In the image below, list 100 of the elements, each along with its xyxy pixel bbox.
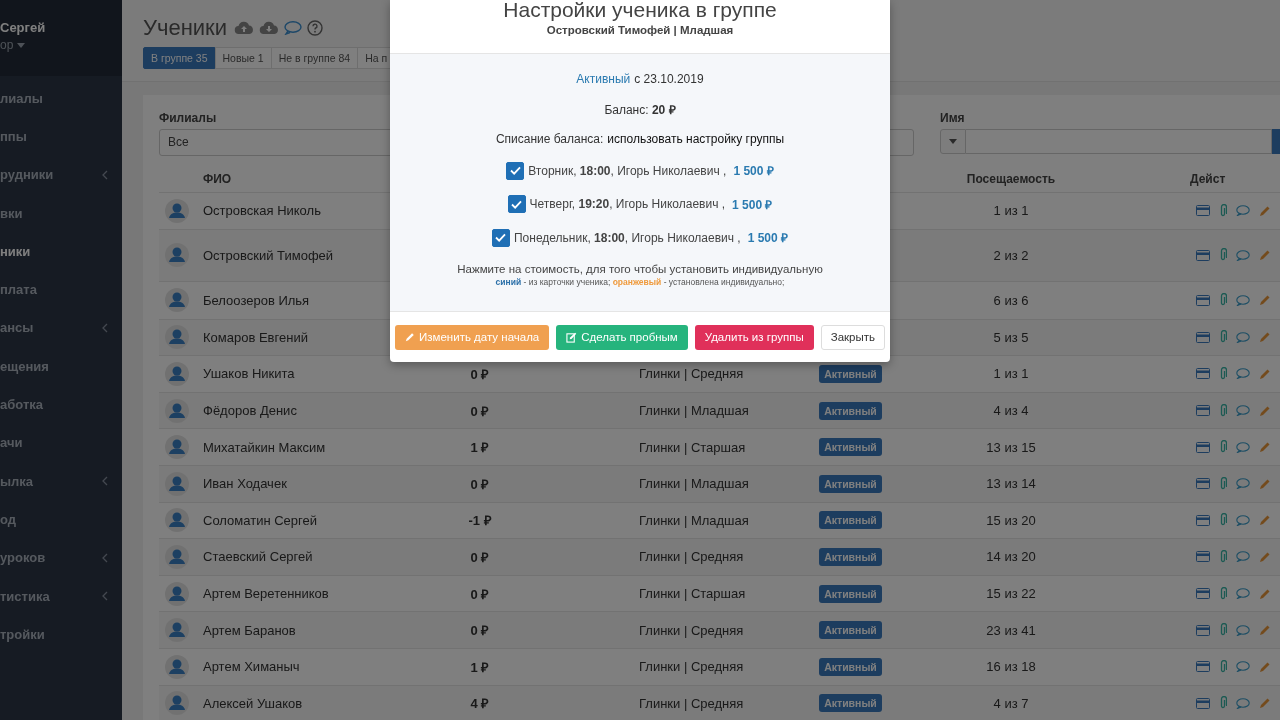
- sidebar-item[interactable]: лиалы: [0, 79, 122, 118]
- card-icon[interactable]: [1196, 441, 1210, 453]
- user-role[interactable]: ор: [0, 38, 26, 52]
- pencil-icon[interactable]: [1259, 294, 1271, 307]
- paperclip-icon[interactable]: [1219, 403, 1227, 418]
- status-link[interactable]: Активный: [576, 72, 631, 86]
- name-field[interactable]: [966, 129, 1272, 154]
- sidebar-item[interactable]: аботка: [0, 385, 122, 424]
- student-name[interactable]: Соломатин Сергей: [195, 512, 430, 528]
- make-trial-button[interactable]: Сделать пробным: [556, 324, 688, 350]
- paperclip-icon[interactable]: [1219, 440, 1227, 455]
- pencil-icon[interactable]: [1259, 660, 1271, 673]
- pencil-icon[interactable]: [1259, 368, 1271, 380]
- tab[interactable]: Новые 1: [214, 47, 272, 69]
- sidebar-item[interactable]: ылка: [0, 461, 122, 501]
- student-name[interactable]: Артем Баранов: [195, 622, 430, 638]
- chat-icon[interactable]: [1236, 294, 1250, 306]
- attendance-cell: 14 из 20: [986, 549, 1036, 565]
- student-name[interactable]: Фёдоров Денис: [195, 403, 430, 419]
- tab[interactable]: Не в группе 84: [270, 47, 359, 69]
- close-button[interactable]: Закрыть: [820, 324, 885, 350]
- card-icon[interactable]: [1196, 697, 1210, 709]
- price-link[interactable]: 1 500 ₽: [732, 195, 773, 213]
- pencil-icon[interactable]: [1259, 697, 1271, 710]
- dropdown-button[interactable]: [940, 129, 966, 154]
- card-icon[interactable]: [1196, 249, 1210, 261]
- sidebar-item[interactable]: уроков: [0, 538, 122, 577]
- pencil-icon[interactable]: [1259, 404, 1271, 417]
- chat-icon[interactable]: [1236, 551, 1250, 563]
- pencil-icon[interactable]: [1259, 441, 1271, 454]
- sidebar-item[interactable]: тройки: [0, 615, 122, 654]
- sidebar-item[interactable]: тистика: [0, 576, 122, 616]
- paperclip-icon[interactable]: [1219, 586, 1227, 601]
- card-icon[interactable]: [1196, 368, 1210, 380]
- paperclip-icon[interactable]: [1219, 248, 1227, 263]
- checkbox[interactable]: [507, 195, 526, 214]
- remove-button[interactable]: Удалить из группы: [694, 324, 814, 350]
- card-icon[interactable]: [1196, 551, 1210, 563]
- paperclip-icon[interactable]: [1219, 696, 1227, 711]
- sidebar-item[interactable]: ники: [0, 232, 122, 271]
- student-name[interactable]: Стаевский Сергей: [195, 549, 430, 565]
- checkbox[interactable]: [506, 161, 525, 180]
- paperclip-icon[interactable]: [1219, 549, 1227, 564]
- sidebar-item[interactable]: плата: [0, 270, 122, 309]
- paperclip-icon[interactable]: [1219, 203, 1227, 218]
- card-icon[interactable]: [1196, 205, 1210, 217]
- card-icon[interactable]: [1196, 624, 1210, 636]
- writeoff-value[interactable]: использовать настройку группы: [607, 132, 785, 146]
- sidebar-item[interactable]: ачи: [0, 423, 122, 462]
- chat-icon[interactable]: [1236, 249, 1250, 261]
- chat-icon[interactable]: [1236, 478, 1250, 490]
- student-name[interactable]: Алексей Ушаков: [195, 695, 430, 711]
- student-name[interactable]: Ушаков Никита: [195, 366, 430, 382]
- paperclip-icon[interactable]: [1219, 330, 1227, 345]
- sidebar-item[interactable]: ансы: [0, 308, 122, 348]
- chat-icon[interactable]: [1236, 205, 1250, 217]
- student-name[interactable]: Иван Ходачек: [195, 476, 430, 492]
- pencil-icon[interactable]: [1259, 331, 1271, 344]
- card-icon[interactable]: [1196, 294, 1210, 306]
- card-icon[interactable]: [1196, 514, 1210, 526]
- chat-icon[interactable]: [1236, 331, 1250, 343]
- chat-icon[interactable]: [1236, 514, 1250, 526]
- pencil-icon[interactable]: [1259, 624, 1271, 637]
- sidebar-item[interactable]: ещения: [0, 347, 122, 386]
- pencil-icon[interactable]: [1259, 477, 1271, 490]
- card-icon[interactable]: [1196, 661, 1210, 673]
- card-icon[interactable]: [1196, 405, 1210, 417]
- sidebar-item[interactable]: рудники: [0, 155, 122, 194]
- price-link[interactable]: 1 500 ₽: [747, 229, 789, 247]
- card-icon[interactable]: [1196, 331, 1210, 343]
- paperclip-icon[interactable]: [1219, 476, 1227, 491]
- paperclip-icon[interactable]: [1219, 513, 1227, 528]
- pencil-icon[interactable]: [1259, 204, 1271, 217]
- chat-icon[interactable]: [1236, 697, 1250, 709]
- checkbox[interactable]: [491, 228, 510, 247]
- card-icon[interactable]: [1196, 588, 1210, 600]
- paperclip-icon[interactable]: [1219, 659, 1227, 674]
- chat-icon[interactable]: [1236, 624, 1250, 636]
- sidebar-item[interactable]: од: [0, 500, 122, 539]
- sidebar-item[interactable]: ппы: [0, 117, 122, 156]
- chat-icon[interactable]: [1236, 661, 1250, 673]
- pencil-icon[interactable]: [1259, 249, 1271, 262]
- pencil-icon[interactable]: [1259, 587, 1271, 600]
- paperclip-icon[interactable]: [1219, 293, 1227, 308]
- change-date-button[interactable]: Изменить дату начала: [395, 324, 550, 350]
- chat-icon[interactable]: [1236, 368, 1250, 380]
- student-name[interactable]: Артем Веретенников: [195, 586, 430, 602]
- pencil-icon[interactable]: [1259, 550, 1271, 563]
- student-name[interactable]: Артем Химаныч: [195, 659, 430, 675]
- chat-icon[interactable]: [1236, 405, 1250, 417]
- price-link[interactable]: 1 500 ₽: [733, 162, 774, 180]
- paperclip-icon[interactable]: [1219, 367, 1227, 381]
- chat-icon[interactable]: [1236, 588, 1250, 600]
- chat-icon[interactable]: [1236, 441, 1250, 453]
- sidebar-item[interactable]: вки: [0, 193, 122, 233]
- pencil-icon[interactable]: [1259, 514, 1271, 527]
- paperclip-icon[interactable]: [1219, 623, 1227, 638]
- student-name[interactable]: Михатайкин Максим: [195, 439, 430, 455]
- card-icon[interactable]: [1196, 478, 1210, 490]
- tab[interactable]: В группе 35: [143, 47, 216, 69]
